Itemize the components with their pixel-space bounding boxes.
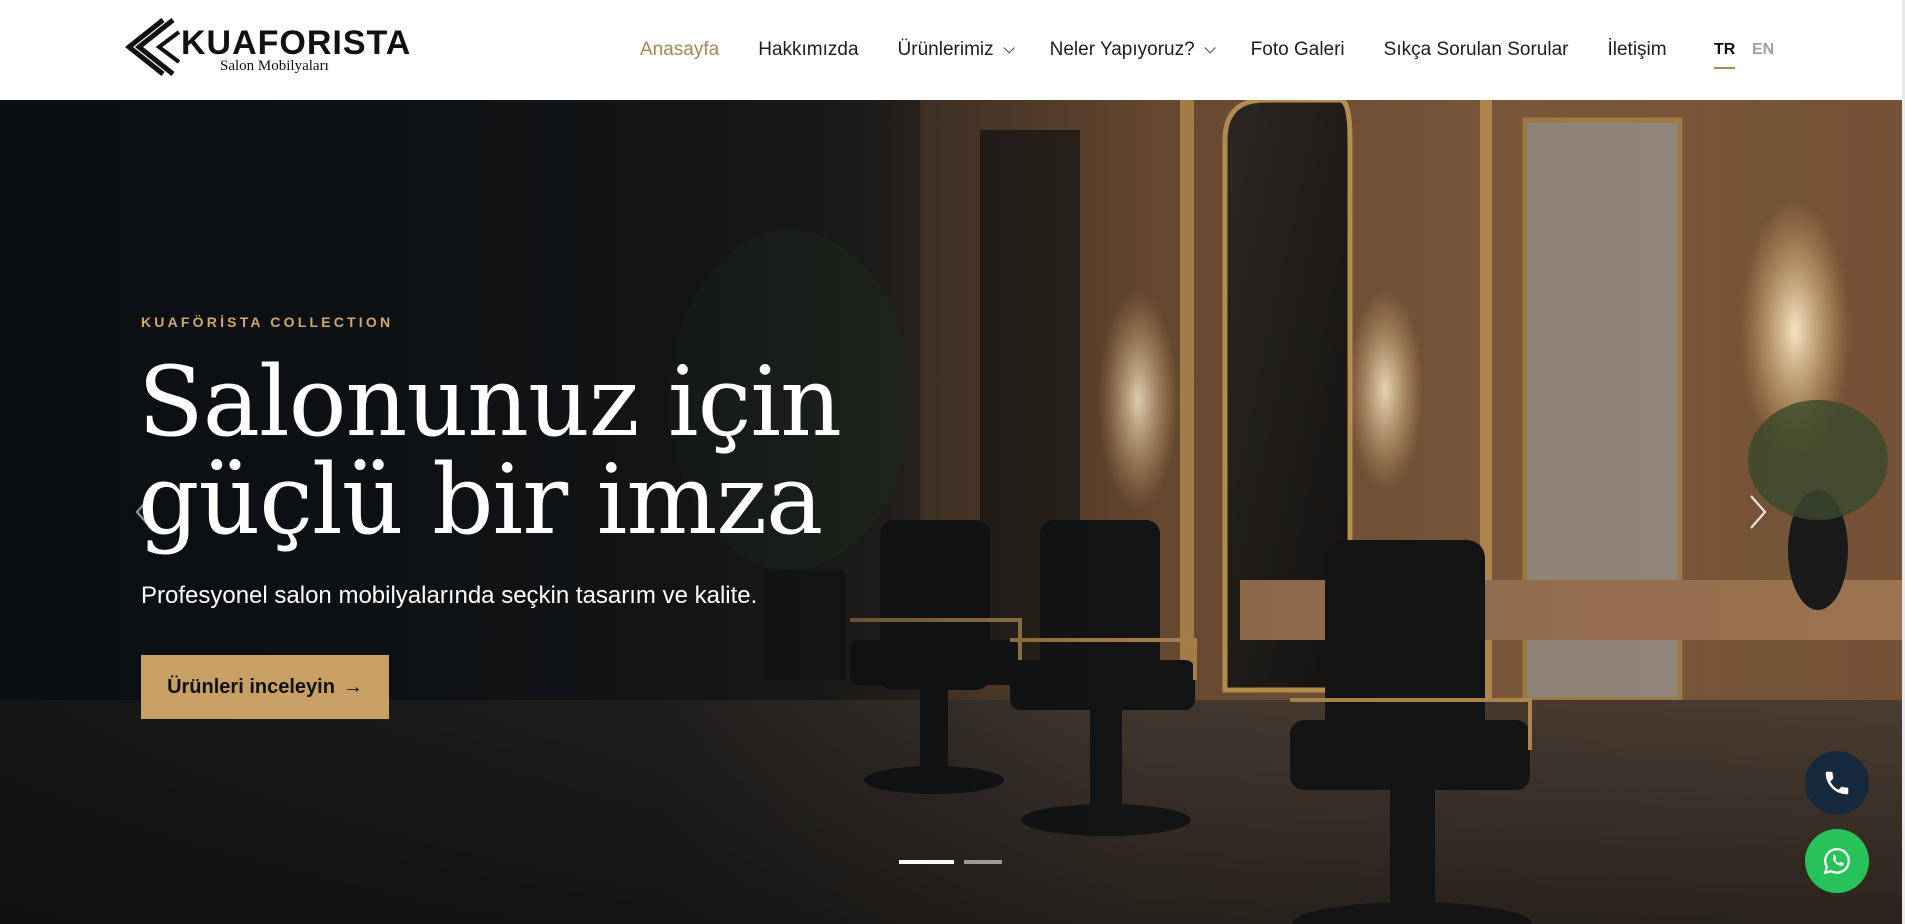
- chevron-right-icon: [1750, 495, 1767, 529]
- nav-item-label: Foto Galeri: [1250, 39, 1345, 60]
- nav-item-home[interactable]: Anasayfa: [640, 39, 719, 61]
- call-button[interactable]: [1805, 751, 1869, 815]
- nav-item-label: Hakkımızda: [758, 39, 859, 60]
- hero-headline-line-1: Salonunuz için: [138, 346, 842, 458]
- chevron-left-icon: [135, 495, 152, 529]
- nav-item-label: Neler Yapıyoruz?: [1049, 39, 1195, 60]
- slider-prev-button[interactable]: [131, 492, 161, 532]
- chevron-down-icon: [1003, 42, 1015, 54]
- slider-dot-2[interactable]: [964, 860, 1002, 864]
- nav-item-services[interactable]: Neler Yapıyoruz?: [1049, 39, 1216, 61]
- browse-products-button[interactable]: Ürünleri inceleyin →: [141, 655, 389, 719]
- slider-dot-1[interactable]: [899, 860, 954, 864]
- nav-item-label: Sıkça Sorulan Sorular: [1383, 39, 1569, 60]
- phone-icon: [1825, 771, 1849, 795]
- site-logo[interactable]: KUAFORISTA Salon Mobilyaları: [125, 18, 410, 76]
- site-header: KUAFORISTA Salon Mobilyaları Anasayfa Ha…: [0, 0, 1905, 100]
- hero-subline: Profesyonel salon mobilyalarında seçkin …: [141, 582, 758, 609]
- nav-item-label: Anasayfa: [640, 39, 720, 60]
- language-en-link[interactable]: EN: [1752, 0, 1774, 100]
- slider-pagination: [899, 860, 1012, 864]
- logo-wordmark: KUAFORISTA: [181, 24, 412, 62]
- arrow-right-icon: →: [342, 675, 363, 698]
- nav-item-contact[interactable]: İletişim: [1607, 39, 1666, 61]
- nav-item-label: Ürünlerimiz: [897, 39, 994, 60]
- hero-kicker: KUAFÖRİSTA COLLECTION: [141, 314, 394, 330]
- nav-item-gallery[interactable]: Foto Galeri: [1251, 39, 1345, 61]
- language-tr-link[interactable]: TR: [1714, 0, 1736, 100]
- whatsapp-button[interactable]: [1805, 829, 1869, 893]
- logo-tagline: Salon Mobilyaları: [220, 58, 329, 74]
- nav-item-label: İletişim: [1607, 39, 1667, 60]
- nav-item-faq[interactable]: Sıkça Sorulan Sorular: [1384, 39, 1569, 61]
- nav-item-about[interactable]: Hakkımızda: [758, 39, 858, 61]
- hero-headline-line-2: güçlü bir imza: [138, 444, 823, 556]
- hero-slider: KUAFÖRİSTA COLLECTION Salonunuz için güç…: [0, 100, 1905, 924]
- cta-label: Ürünleri inceleyin: [167, 675, 335, 698]
- chevron-down-icon: [1204, 42, 1216, 54]
- main-nav: Anasayfa Hakkımızda Ürünlerimiz Neler Ya…: [640, 0, 1706, 100]
- slider-next-button[interactable]: [1743, 492, 1773, 532]
- nav-item-products[interactable]: Ürünlerimiz: [897, 39, 1015, 61]
- logo-chevron-icon: [125, 18, 181, 76]
- hero-headline: Salonunuz için güçlü bir imza: [138, 353, 1038, 549]
- whatsapp-icon: [1823, 847, 1850, 875]
